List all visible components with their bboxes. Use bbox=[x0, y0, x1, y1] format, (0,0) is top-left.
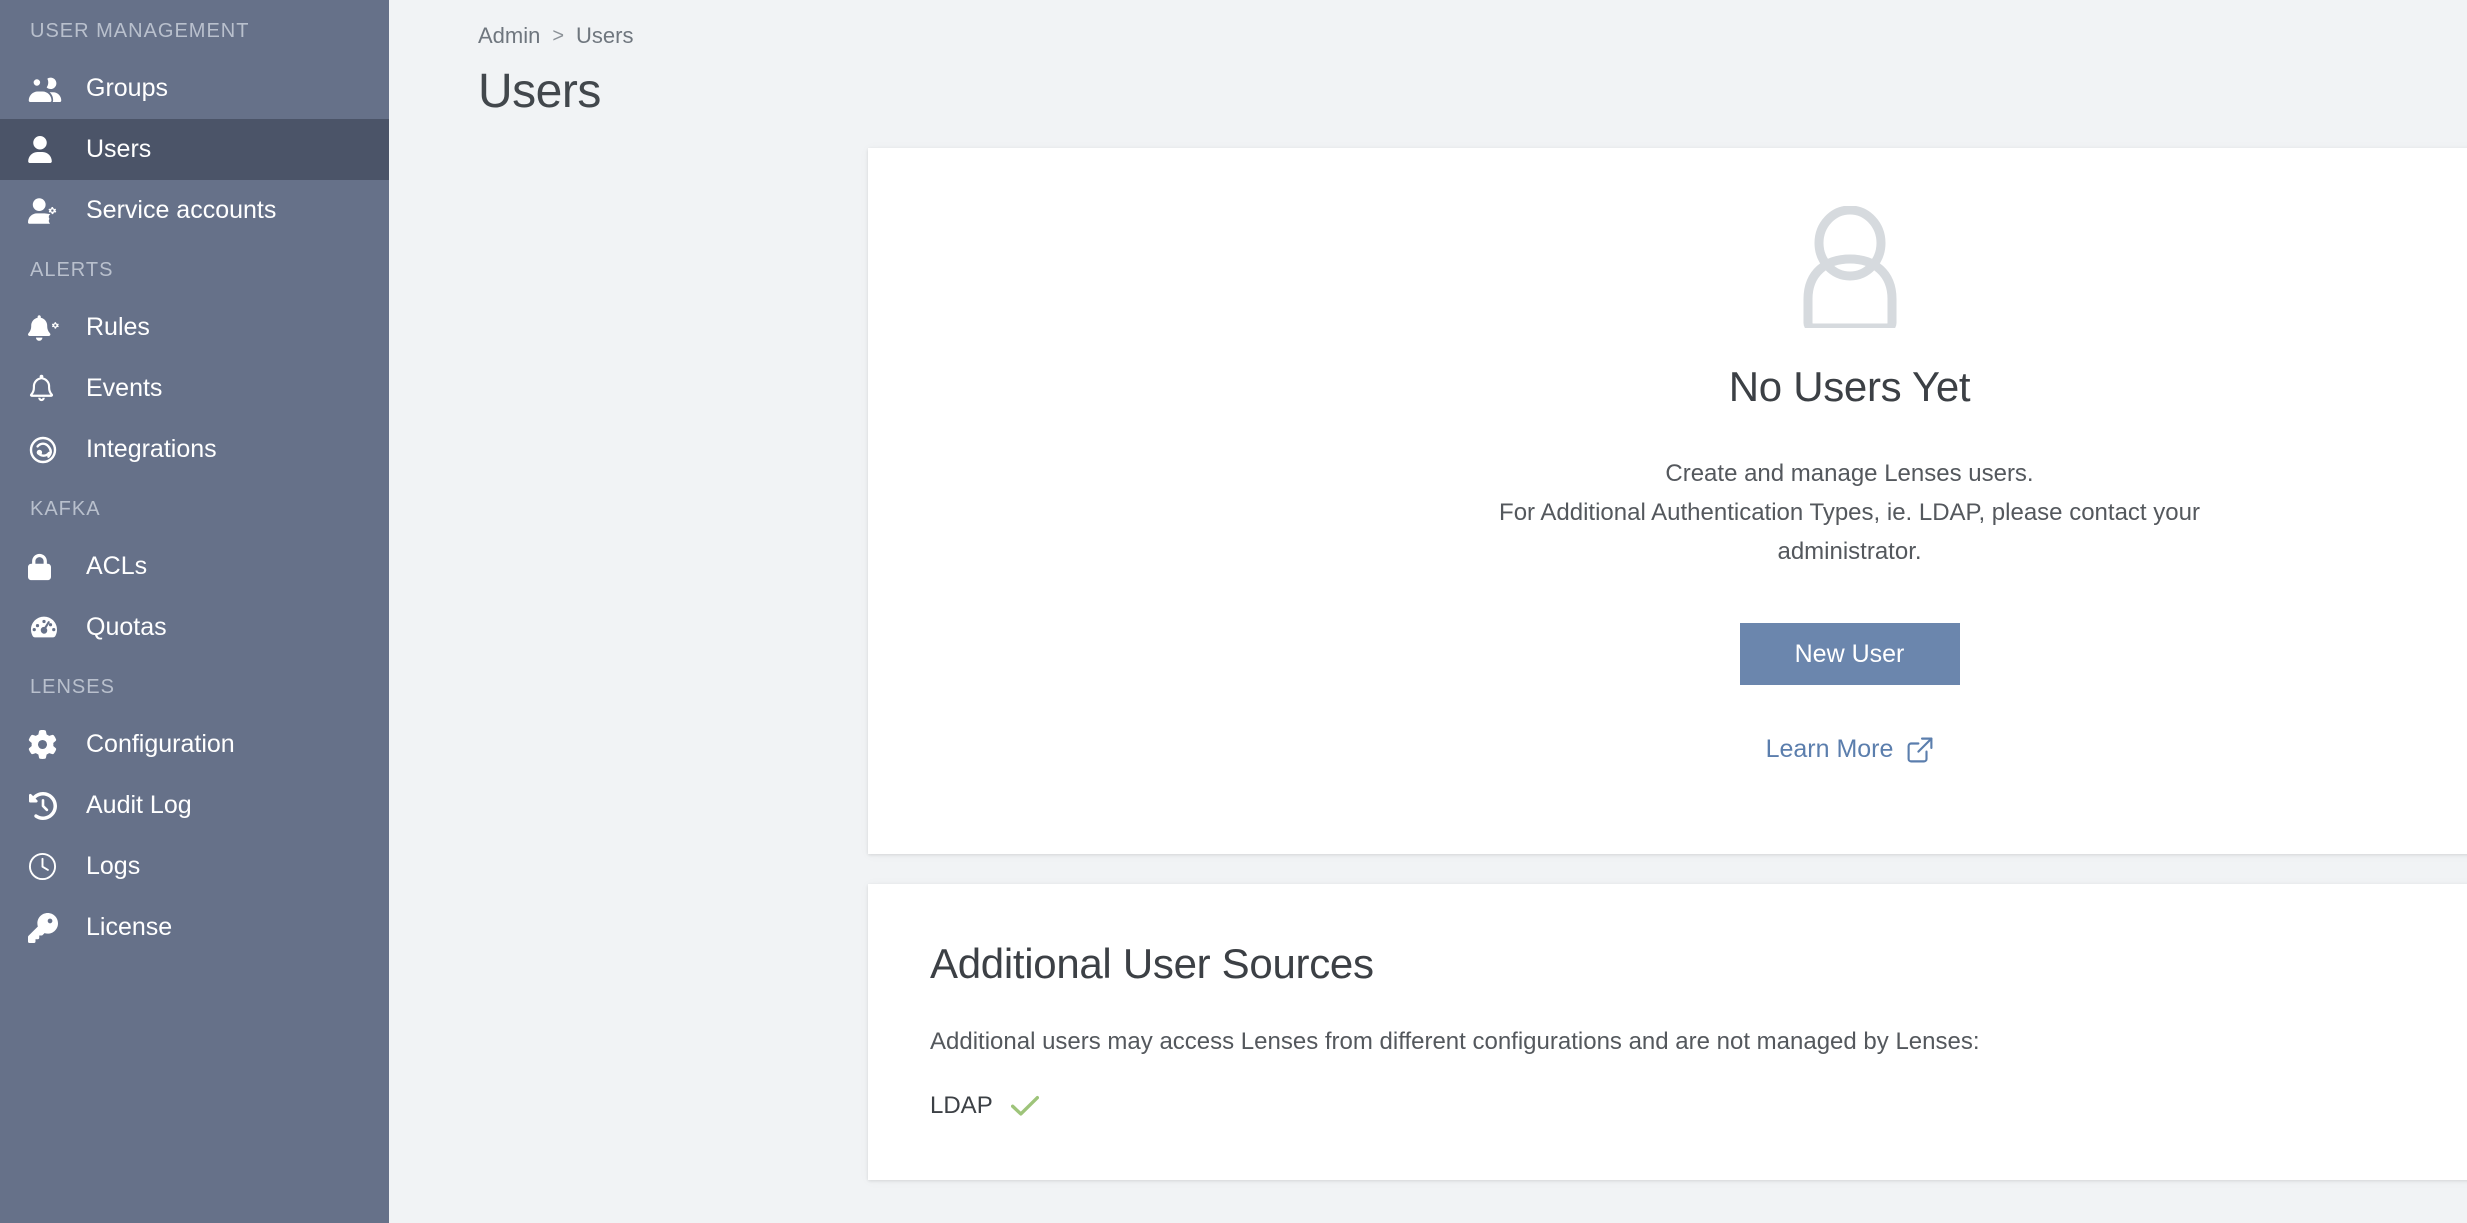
sources-description: Additional users may access Lenses from … bbox=[930, 1027, 1980, 1055]
empty-state-card: No Users Yet Create and manage Lenses us… bbox=[868, 147, 2467, 854]
sidebar-item-quotas[interactable]: Quotas bbox=[0, 597, 389, 658]
sidebar-section-alerts: ALERTS bbox=[30, 259, 114, 281]
source-name: LDAP bbox=[930, 1091, 993, 1119]
external-link-icon bbox=[1907, 737, 1933, 763]
sidebar-item-label: Integrations bbox=[86, 435, 217, 463]
sidebar: USER MANAGEMENT Groups Users Service acc… bbox=[0, 0, 389, 1223]
sources-title: Additional User Sources bbox=[930, 939, 1374, 987]
sidebar-section-kafka: KAFKA bbox=[30, 498, 101, 520]
sidebar-item-service-accounts[interactable]: Service accounts bbox=[0, 180, 389, 241]
empty-state-description-line2: For Additional Authentication Types, ie.… bbox=[1499, 498, 2200, 565]
key-icon bbox=[28, 912, 72, 943]
app-root: USER MANAGEMENT Groups Users Service acc… bbox=[0, 0, 2467, 1223]
empty-state-description-line1: Create and manage Lenses users. bbox=[1665, 459, 2034, 487]
page-title: Users bbox=[478, 65, 601, 118]
sidebar-item-audit-log[interactable]: Audit Log bbox=[0, 775, 389, 836]
additional-user-sources-card: Additional User Sources Additional users… bbox=[868, 883, 2467, 1180]
user-icon bbox=[28, 135, 72, 165]
learn-more-link[interactable]: Learn More bbox=[1766, 735, 1934, 764]
sidebar-item-label: Service accounts bbox=[86, 196, 277, 224]
sidebar-item-groups[interactable]: Groups bbox=[0, 58, 389, 119]
main-content: Admin > Users Users No Users Yet Create … bbox=[389, 0, 2467, 1223]
sidebar-item-label: Users bbox=[86, 135, 152, 163]
empty-state-description: Create and manage Lenses users. For Addi… bbox=[1455, 455, 2245, 572]
history-icon bbox=[28, 791, 72, 821]
sidebar-item-label: Audit Log bbox=[86, 791, 192, 819]
bell-gear-icon bbox=[28, 313, 72, 343]
breadcrumb-admin[interactable]: Admin bbox=[478, 23, 540, 49]
bell-icon bbox=[28, 374, 72, 404]
user-avatar-icon bbox=[1797, 205, 1903, 333]
sidebar-item-label: License bbox=[86, 913, 173, 941]
gauge-icon bbox=[28, 613, 72, 643]
sidebar-item-label: Quotas bbox=[86, 613, 167, 641]
sidebar-item-license[interactable]: License bbox=[0, 897, 389, 958]
new-user-button[interactable]: New User bbox=[1739, 623, 1960, 686]
lock-icon bbox=[28, 552, 72, 582]
empty-state-title: No Users Yet bbox=[1728, 362, 1971, 410]
sidebar-item-label: Groups bbox=[86, 74, 168, 102]
sidebar-item-acls[interactable]: ACLs bbox=[0, 536, 389, 597]
sidebar-item-label: ACLs bbox=[86, 552, 148, 580]
sidebar-section-lenses: LENSES bbox=[30, 676, 115, 698]
sidebar-item-rules[interactable]: Rules bbox=[0, 297, 389, 358]
sidebar-item-label: Logs bbox=[86, 852, 141, 880]
sidebar-item-configuration[interactable]: Configuration bbox=[0, 714, 389, 775]
breadcrumb-separator-icon: > bbox=[552, 24, 565, 47]
sidebar-section-user-management: USER MANAGEMENT bbox=[30, 20, 250, 42]
sidebar-item-events[interactable]: Events bbox=[0, 358, 389, 419]
clock-icon bbox=[28, 852, 72, 882]
gear-icon bbox=[28, 730, 72, 760]
integrations-icon bbox=[28, 435, 72, 465]
sidebar-item-label: Configuration bbox=[86, 730, 235, 758]
user-gear-icon bbox=[28, 196, 72, 226]
sidebar-item-integrations[interactable]: Integrations bbox=[0, 419, 389, 480]
source-row-ldap: LDAP bbox=[930, 1092, 2467, 1120]
check-icon bbox=[1010, 1095, 1039, 1117]
breadcrumb-users[interactable]: Users bbox=[576, 23, 633, 49]
sidebar-item-label: Events bbox=[86, 374, 163, 402]
sidebar-item-logs[interactable]: Logs bbox=[0, 836, 389, 897]
users-group-icon bbox=[28, 74, 72, 104]
learn-more-label: Learn More bbox=[1765, 735, 1894, 764]
sidebar-item-label: Rules bbox=[86, 313, 150, 341]
sidebar-item-users[interactable]: Users bbox=[0, 119, 389, 180]
breadcrumb: Admin > Users bbox=[389, 0, 2442, 48]
